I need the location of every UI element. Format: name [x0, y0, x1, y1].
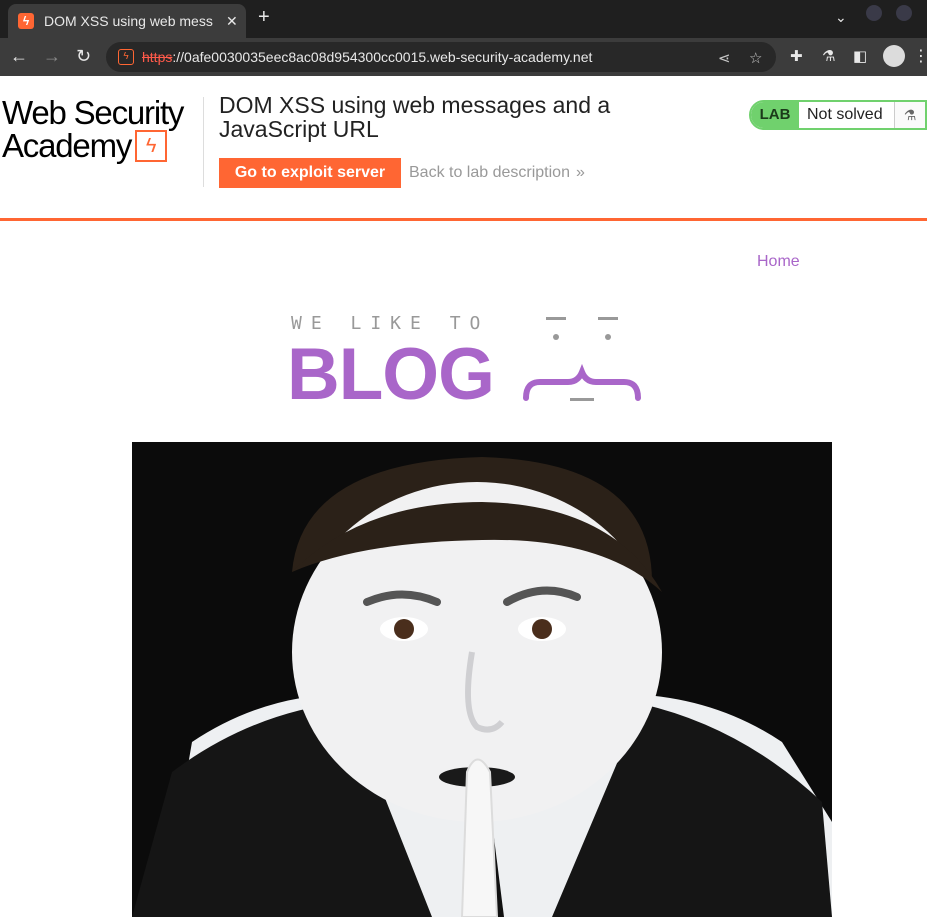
back-icon[interactable]: ← — [10, 46, 28, 67]
url-text[interactable]: https://0afe0030035eec8ac08d954300cc0015… — [142, 49, 592, 65]
window-minimize-icon[interactable] — [866, 5, 882, 21]
lab-title: DOM XSS using web messages and a JavaScr… — [219, 92, 611, 142]
logo-line2: Academy — [2, 127, 132, 164]
forward-icon[interactable]: → — [43, 46, 61, 67]
browser-toolbar: ← → ↻ ϟ https://0afe0030035eec8ac08d9543… — [0, 38, 927, 76]
profile-icon[interactable] — [883, 45, 905, 67]
mime-photo — [132, 442, 832, 917]
url-scheme: https — [142, 49, 173, 65]
puzzle-icon[interactable]: ✚ — [790, 47, 803, 65]
star-icon[interactable]: ☆ — [749, 49, 762, 67]
window-maximize-icon[interactable] — [896, 5, 912, 21]
lab-flask-icon: ⚗ — [894, 102, 925, 128]
blog-tagline: WE LIKE TO — [291, 313, 490, 334]
lab-status-widget: LAB Not solved ⚗ — [749, 100, 927, 130]
url-host: ://0afe0030035eec8ac08d954300cc0015.web-… — [172, 49, 593, 65]
double-chevron-right-icon: » — [575, 164, 585, 181]
reload-icon[interactable]: ↻ — [76, 46, 91, 67]
favicon-icon: ϟ — [18, 13, 34, 29]
tab-search-icon[interactable]: ⌄ — [835, 9, 847, 26]
browser-tab[interactable]: ϟ DOM XSS using web mess ✕ — [8, 4, 246, 38]
flask-icon[interactable]: ⚗ — [822, 47, 835, 65]
blog-face-logo-icon — [523, 317, 641, 401]
logo-line1: Web Security — [2, 94, 184, 131]
blog-brand: BLOG — [287, 334, 495, 415]
web-security-academy-logo[interactable]: Web Security Academy ϟ — [2, 96, 198, 162]
back-to-lab-description-link[interactable]: Back to lab description » — [409, 164, 585, 182]
browser-tab-strip: ϟ DOM XSS using web mess ✕ + ⌄ — [0, 0, 927, 38]
address-bar[interactable]: ϟ https://0afe0030035eec8ac08d954300cc00… — [106, 42, 776, 72]
nav-home-link[interactable]: Home — [757, 253, 800, 271]
kebab-icon[interactable]: ⋮ — [913, 46, 927, 66]
sidepanel-icon[interactable]: ◧ — [853, 47, 867, 65]
not-secure-icon[interactable]: ϟ — [118, 49, 134, 65]
go-to-exploit-server-button[interactable]: Go to exploit server — [219, 158, 401, 188]
tab-title: DOM XSS using web mess — [44, 13, 213, 29]
logo-bolt-icon: ϟ — [135, 129, 168, 162]
header-divider — [203, 97, 204, 187]
lab-badge: LAB — [751, 102, 799, 128]
lab-status-text: Not solved — [799, 102, 894, 128]
blog-hero-image — [132, 442, 832, 917]
new-tab-button[interactable]: + — [258, 6, 270, 29]
share-icon[interactable]: ⋖ — [718, 49, 731, 67]
back-link-label: Back to lab description — [409, 164, 570, 181]
header-rule — [0, 218, 927, 221]
close-tab-icon[interactable]: ✕ — [226, 13, 238, 30]
